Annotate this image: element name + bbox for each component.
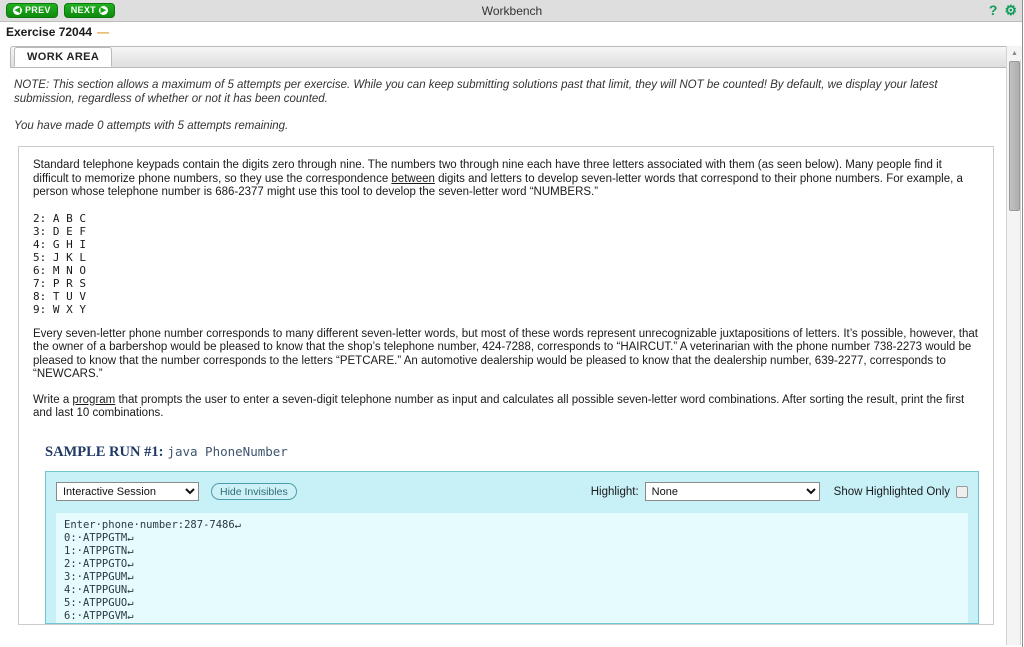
page-scrollbar[interactable]: ▲: [1006, 46, 1022, 645]
gear-icon[interactable]: ⚙: [1004, 2, 1017, 18]
sample-run-command: java PhoneNumber: [167, 443, 288, 459]
problem-task-text-b: that prompts the user to enter a seven-d…: [33, 393, 965, 420]
scrollbar-thumb[interactable]: [1009, 61, 1020, 211]
problem-task-paragraph: Write a program that prompts the user to…: [33, 394, 979, 421]
program-link[interactable]: program: [72, 394, 115, 406]
highlight-label: Highlight:: [590, 485, 639, 498]
exercise-label: Exercise 72044: [6, 25, 93, 39]
prev-button-label: PREV: [25, 5, 51, 15]
help-icon[interactable]: ?: [989, 2, 998, 18]
circle-arrow-right-icon: ▶: [98, 6, 108, 15]
tab-bar: WORK AREA: [10, 46, 1014, 68]
console-toolbar: Interactive Session Hide Invisibles High…: [56, 482, 968, 502]
sample-run-label: SAMPLE RUN #1:: [45, 443, 164, 460]
scroll-up-arrow-icon[interactable]: ▲: [1007, 46, 1022, 60]
next-button-label: NEXT: [70, 5, 96, 15]
problem-task-text-a: Write a: [33, 393, 73, 406]
tab-work-area[interactable]: WORK AREA: [14, 47, 113, 67]
page-title: Workbench: [481, 3, 543, 18]
show-highlighted-only-checkbox[interactable]: [956, 485, 968, 498]
next-button[interactable]: NEXT ▶: [63, 3, 115, 18]
terminal-output: Enter·phone·number:287-7486↵ 0:·ATPPGTM↵…: [56, 512, 968, 623]
tab-strip-background: [10, 46, 1014, 67]
exercise-header: Exercise 72044 —: [0, 22, 1024, 42]
between-link[interactable]: between: [391, 173, 434, 185]
highlight-select[interactable]: None: [644, 482, 820, 501]
exercise-content-panel: Standard telephone keypads contain the d…: [18, 146, 994, 625]
show-highlighted-only-label: Show Highlighted Only: [833, 485, 950, 498]
console-panel: Interactive Session Hide Invisibles High…: [45, 470, 979, 624]
attempts-note-paragraph-2: You have made 0 attempts with 5 attempts…: [14, 120, 289, 132]
top-bar: ◀ PREV NEXT ▶ Workbench ? ⚙: [0, 0, 1024, 22]
attempts-note-paragraph-1: NOTE: This section allows a maximum of 5…: [14, 79, 938, 105]
hide-invisibles-button[interactable]: Hide Invisibles: [211, 483, 297, 500]
session-select[interactable]: Interactive Session: [56, 482, 199, 501]
navigation-buttons: ◀ PREV NEXT ▶: [6, 3, 115, 18]
sample-run-heading: SAMPLE RUN #1: java PhoneNumber: [45, 443, 979, 461]
circle-arrow-left-icon: ◀: [13, 6, 22, 15]
keypad-letter-mapping: 2: A B C 3: D E F 4: G H I 5: J K L 6: M…: [33, 211, 86, 316]
exercise-dash: —: [97, 25, 110, 39]
problem-examples-paragraph: Every seven-letter phone number correspo…: [33, 327, 978, 381]
top-bar-icons: ? ⚙: [989, 2, 1017, 18]
prev-button[interactable]: ◀ PREV: [6, 3, 58, 18]
problem-intro-paragraph: Standard telephone keypads contain the d…: [33, 159, 979, 200]
attempts-note: NOTE: This section allows a maximum of 5…: [14, 78, 964, 133]
tab-work-area-label: WORK AREA: [27, 51, 100, 63]
